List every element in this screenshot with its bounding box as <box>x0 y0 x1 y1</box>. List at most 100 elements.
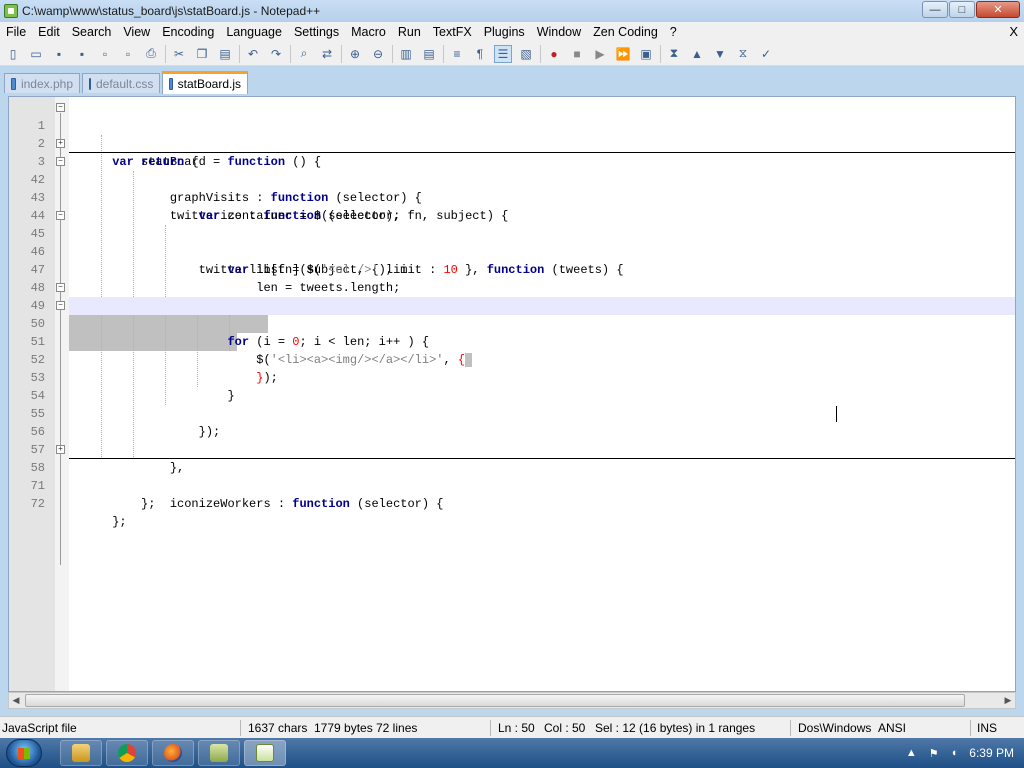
fold-all-icon[interactable]: ⧗ <box>665 45 683 63</box>
fold-plus-icon[interactable]: + <box>56 139 65 148</box>
sync-vertical-icon[interactable]: ▥ <box>397 45 415 63</box>
minimize-button[interactable]: — <box>922 1 948 18</box>
chrome-taskbar-button[interactable] <box>106 740 148 766</box>
menu-view[interactable]: View <box>117 25 156 39</box>
menu-zen-coding[interactable]: Zen Coding <box>587 25 664 39</box>
line-number: 44 <box>30 209 45 223</box>
open-file-icon[interactable]: ▭ <box>27 45 45 63</box>
code-editor[interactable]: 1 − var statBoard = function () { 2 retu… <box>8 96 1016 692</box>
save-all-icon[interactable]: ▪ <box>73 45 91 63</box>
cut-icon[interactable]: ✂ <box>170 45 188 63</box>
word-wrap-icon[interactable]: ≡ <box>448 45 466 63</box>
code-text: }; <box>141 497 156 511</box>
code-line: 55 }); <box>31 387 1015 439</box>
tab-index-php[interactable]: index.php <box>4 73 80 93</box>
indent-guide-icon[interactable]: ☰ <box>494 44 512 63</box>
code-line: 48 <box>31 261 1015 295</box>
scroll-left-icon[interactable]: ◀ <box>9 693 23 708</box>
network-icon[interactable]: ⚑ <box>929 747 939 760</box>
stop-record-icon[interactable]: ■ <box>568 45 586 63</box>
fold-minus-icon[interactable]: − <box>56 103 65 112</box>
menu-edit[interactable]: Edit <box>32 25 66 39</box>
menu-bar: File Edit Search View Encoding Language … <box>0 22 1024 42</box>
code-area[interactable]: 1 − var statBoard = function () { 2 retu… <box>31 99 1015 529</box>
explorer-icon <box>72 744 90 762</box>
spellcheck-icon[interactable]: ✓ <box>757 45 775 63</box>
save-macro-icon[interactable]: ▣ <box>637 45 655 63</box>
tab-statboard-js[interactable]: statBoard.js <box>162 71 248 94</box>
firefox-taskbar-button[interactable] <box>152 740 194 766</box>
menu-search[interactable]: Search <box>66 25 118 39</box>
next-icon[interactable]: ▼ <box>711 45 729 63</box>
keyword: function <box>292 497 350 511</box>
zoom-in-icon[interactable]: ⊕ <box>346 45 364 63</box>
user-language-icon[interactable]: ▧ <box>517 45 535 63</box>
menu-settings[interactable]: Settings <box>288 25 345 39</box>
play-macro-icon[interactable]: ▶ <box>591 45 609 63</box>
file-icon <box>89 77 91 90</box>
line-number: 56 <box>30 425 45 439</box>
menu-textfx[interactable]: TextFX <box>427 25 478 39</box>
replace-icon[interactable]: ⇄ <box>318 45 336 63</box>
menu-help[interactable]: ? <box>664 25 683 39</box>
fold-margin <box>55 97 69 691</box>
code-line: 51 <box>31 315 1015 349</box>
run-macro-multiple-icon[interactable]: ⏩ <box>614 45 632 63</box>
code-line: 2 return { <box>38 117 1015 169</box>
print-icon[interactable]: ⎙ <box>142 45 160 63</box>
undo-icon[interactable]: ↶ <box>244 45 262 63</box>
folder-taskbar-button[interactable] <box>198 740 240 766</box>
find-icon[interactable]: ⌕ <box>295 45 313 63</box>
close-icon[interactable]: ▫ <box>96 45 114 63</box>
start-button[interactable] <box>6 739 42 767</box>
unfold-icon[interactable]: ⧖ <box>734 45 752 63</box>
scrollbar-thumb[interactable] <box>25 694 965 707</box>
close-window-button[interactable]: ✕ <box>976 1 1020 18</box>
previous-icon[interactable]: ▲ <box>688 45 706 63</box>
sync-horizontal-icon[interactable]: ▤ <box>420 45 438 63</box>
notepadpp-icon <box>256 744 274 762</box>
redo-icon[interactable]: ↷ <box>267 45 285 63</box>
scroll-right-icon[interactable]: ▶ <box>1001 693 1015 708</box>
code-line: 57 }, <box>31 423 1015 475</box>
fold-minus-icon[interactable]: − <box>56 211 65 220</box>
menu-file[interactable]: File <box>0 25 32 39</box>
explorer-taskbar-button[interactable] <box>60 740 102 766</box>
fold-minus-icon[interactable]: − <box>56 301 65 310</box>
close-document-button[interactable]: X <box>1009 24 1018 39</box>
save-icon[interactable]: ▪ <box>50 45 68 63</box>
maximize-button[interactable]: □ <box>949 1 975 18</box>
line-number: 58 <box>30 461 45 475</box>
zoom-out-icon[interactable]: ⊖ <box>369 45 387 63</box>
horizontal-scrollbar[interactable]: ◀ ▶ <box>8 692 1016 709</box>
close-all-icon[interactable]: ▫ <box>119 45 137 63</box>
toolbar-separator <box>392 44 393 63</box>
menu-plugins[interactable]: Plugins <box>478 25 531 39</box>
show-hidden-icons-icon[interactable]: ▲ <box>906 747 917 759</box>
tab-label: statBoard.js <box>177 77 241 91</box>
notepadpp-taskbar-button[interactable] <box>244 740 286 766</box>
fold-minus-icon[interactable]: − <box>56 283 65 292</box>
new-file-icon[interactable]: ▯ <box>4 45 22 63</box>
fold-plus-icon[interactable]: + <box>56 445 65 454</box>
fold-minus-icon[interactable]: − <box>56 157 65 166</box>
code-line: 56 <box>31 405 1015 439</box>
menu-window[interactable]: Window <box>531 25 587 39</box>
show-all-chars-icon[interactable]: ¶ <box>471 45 489 63</box>
notepadpp-app-icon[interactable] <box>4 4 18 18</box>
copy-icon[interactable]: ❐ <box>193 45 211 63</box>
code-line-collapsed: 3 + graphVisits : function (selector) { <box>38 135 1015 205</box>
menu-language[interactable]: Language <box>220 25 288 39</box>
volume-icon[interactable]: ◖ <box>951 747 958 759</box>
record-macro-icon[interactable]: ● <box>545 45 563 63</box>
menu-run[interactable]: Run <box>392 25 427 39</box>
paste-icon[interactable]: ▤ <box>216 45 234 63</box>
code-line: 52 }); <box>31 333 1015 385</box>
menu-macro[interactable]: Macro <box>345 25 392 39</box>
menu-encoding[interactable]: Encoding <box>156 25 220 39</box>
code-text: }; <box>112 515 127 529</box>
code-line: 72 }; <box>31 477 1015 529</box>
tab-default-css[interactable]: default.css <box>82 73 160 93</box>
clock[interactable]: 6:39 PM <box>969 746 1014 760</box>
code-line: 49 − for (i = 0; i < len; i++ ) { <box>31 279 1015 349</box>
